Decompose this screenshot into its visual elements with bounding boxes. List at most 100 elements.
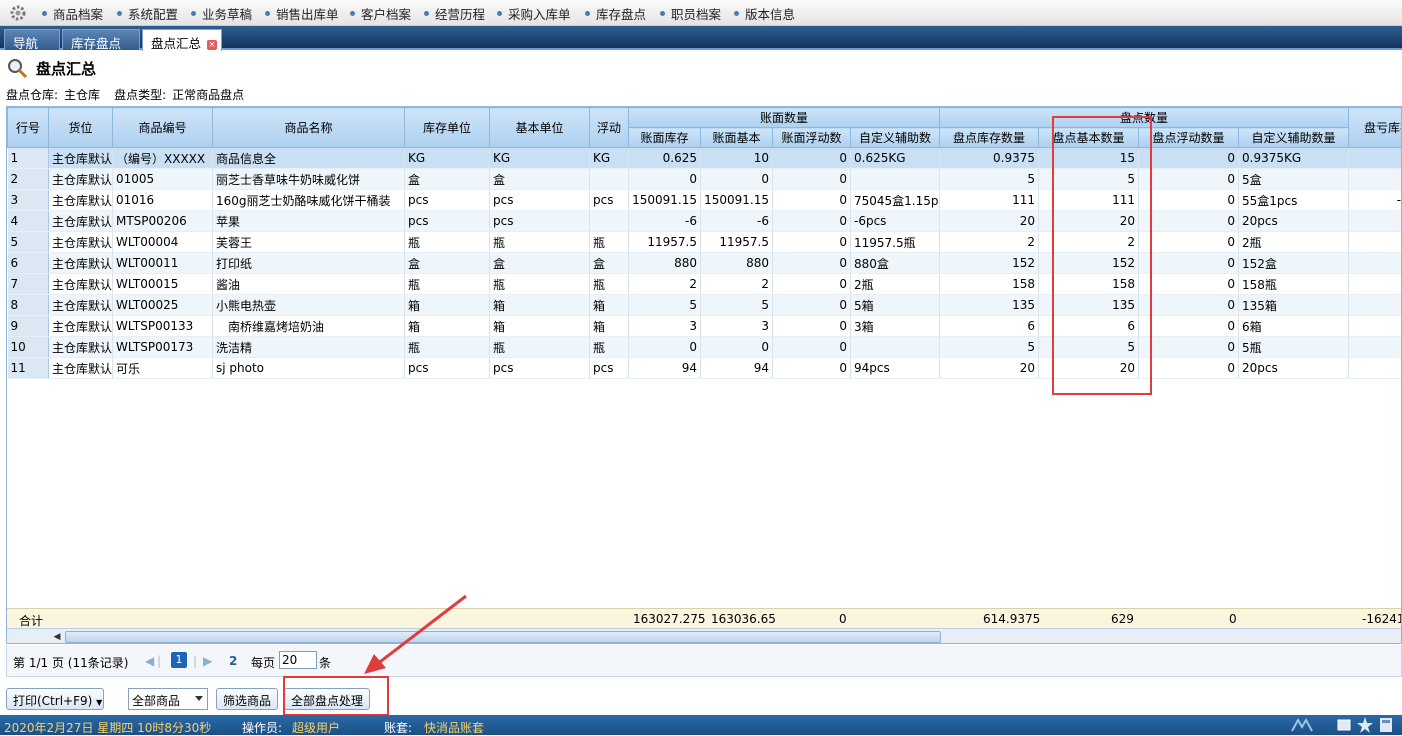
table-cell[interactable]: 75045盒1.15pcs: [851, 190, 940, 211]
table-cell[interactable]: 5: [940, 337, 1039, 358]
table-cell[interactable]: 0: [1139, 232, 1239, 253]
table-cell[interactable]: 主仓库默认: [49, 190, 113, 211]
table-cell[interactable]: 瓶: [490, 337, 590, 358]
table-cell[interactable]: 0: [629, 337, 701, 358]
table-cell[interactable]: 可乐: [113, 358, 213, 379]
calculator-icon[interactable]: [1378, 717, 1394, 733]
table-cell[interactable]: 主仓库默认: [49, 316, 113, 337]
table-row[interactable]: 5主仓库默认WLT00004芙蓉王瓶瓶瓶11957.511957.5011957…: [8, 232, 1402, 253]
table-cell[interactable]: 135: [940, 295, 1039, 316]
table-cell[interactable]: 瓶: [405, 232, 490, 253]
table-cell[interactable]: 苹果: [213, 211, 405, 232]
table-cell[interactable]: 11: [8, 358, 49, 379]
table-cell[interactable]: [851, 337, 940, 358]
table-cell[interactable]: [590, 211, 629, 232]
table-cell[interactable]: 0: [1139, 211, 1239, 232]
table-cell[interactable]: 0: [773, 232, 851, 253]
table-cell[interactable]: 150091.15: [701, 190, 773, 211]
table-cell[interactable]: 0.9375KG: [1239, 148, 1349, 169]
star-icon[interactable]: [1356, 716, 1374, 734]
table-row[interactable]: 7主仓库默认WLT00015酱油瓶瓶瓶2202瓶1581580158瓶: [8, 274, 1402, 295]
table-cell[interactable]: 5: [629, 295, 701, 316]
table-cell[interactable]: -6pcs: [851, 211, 940, 232]
table-cell[interactable]: 0: [773, 253, 851, 274]
table-row[interactable]: 8主仓库默认WLT00025小熊电热壶箱箱箱5505箱1351350135箱: [8, 295, 1402, 316]
table-cell[interactable]: 瓶: [490, 232, 590, 253]
table-cell[interactable]: 箱: [490, 295, 590, 316]
table-cell[interactable]: pcs: [405, 190, 490, 211]
table-cell[interactable]: 3: [701, 316, 773, 337]
table-cell[interactable]: -1: [1349, 232, 1402, 253]
table-cell[interactable]: 打印纸: [213, 253, 405, 274]
table-cell[interactable]: KG: [405, 148, 490, 169]
per-page-input[interactable]: [279, 651, 317, 669]
table-cell[interactable]: 5: [940, 169, 1039, 190]
table-cell[interactable]: 0: [773, 316, 851, 337]
table-cell[interactable]: 盒: [490, 253, 590, 274]
table-cell[interactable]: 0: [773, 211, 851, 232]
next-page-icon[interactable]: ▶: [203, 654, 212, 668]
table-cell[interactable]: 20pcs: [1239, 211, 1349, 232]
horizontal-scrollbar[interactable]: ◀: [7, 628, 1402, 644]
table-cell[interactable]: 商品信息全: [213, 148, 405, 169]
table-cell[interactable]: 160g丽芝士奶酪味威化饼干桶装: [213, 190, 405, 211]
table-cell[interactable]: 主仓库默认: [49, 232, 113, 253]
table-cell[interactable]: 3: [8, 190, 49, 211]
table-row[interactable]: 2主仓库默认01005丽芝士香草味牛奶味威化饼盒盒0005505盒: [8, 169, 1402, 190]
table-cell[interactable]: 丽芝士香草味牛奶味威化饼: [213, 169, 405, 190]
table-cell[interactable]: 南桥维嘉烤培奶油: [213, 316, 405, 337]
table-cell[interactable]: 主仓库默认: [49, 274, 113, 295]
table-cell[interactable]: 20: [940, 211, 1039, 232]
table-cell[interactable]: 10: [701, 148, 773, 169]
table-cell[interactable]: 0: [773, 190, 851, 211]
table-cell[interactable]: 箱: [490, 316, 590, 337]
table-cell[interactable]: 盒: [590, 253, 629, 274]
table-cell[interactable]: 0: [629, 169, 701, 190]
table-cell[interactable]: 94: [701, 358, 773, 379]
menu-item-system[interactable]: 系统配置: [117, 4, 178, 23]
table-row[interactable]: 6主仓库默认WLT00011打印纸盒盒盒8808800880盒152152015…: [8, 253, 1402, 274]
table-cell[interactable]: 11957.5: [629, 232, 701, 253]
menu-item-version[interactable]: 版本信息: [734, 4, 795, 23]
col-header[interactable]: 商品名称: [213, 108, 405, 148]
table-cell[interactable]: 5盒: [1239, 169, 1349, 190]
table-cell[interactable]: 洗洁精: [213, 337, 405, 358]
table-row[interactable]: 3主仓库默认01016160g丽芝士奶酪味威化饼干桶装pcspcspcs1500…: [8, 190, 1402, 211]
table-cell[interactable]: 盒: [405, 253, 490, 274]
table-cell[interactable]: WLT00011: [113, 253, 213, 274]
table-cell[interactable]: 158瓶: [1239, 274, 1349, 295]
table-cell[interactable]: 箱: [590, 295, 629, 316]
table-cell[interactable]: 94pcs: [851, 358, 940, 379]
table-cell[interactable]: 0: [773, 274, 851, 295]
table-cell[interactable]: 01005: [113, 169, 213, 190]
table-cell[interactable]: [590, 169, 629, 190]
table-cell[interactable]: 瓶: [590, 232, 629, 253]
table-cell[interactable]: pcs: [405, 358, 490, 379]
table-cell[interactable]: 0: [1139, 358, 1239, 379]
table-cell[interactable]: pcs: [490, 211, 590, 232]
table-row[interactable]: 11主仓库默认可乐sj photopcspcspcs9494094pcs2020…: [8, 358, 1402, 379]
table-cell[interactable]: 150091.15: [629, 190, 701, 211]
menu-item-staff[interactable]: 职员档案: [660, 4, 721, 23]
table-cell[interactable]: 瓶: [490, 274, 590, 295]
table-cell[interactable]: 主仓库默认: [49, 358, 113, 379]
table-cell[interactable]: 0: [1139, 190, 1239, 211]
refresh-icon[interactable]: 2: [229, 654, 237, 668]
table-cell[interactable]: WLTSP00133: [113, 316, 213, 337]
table-cell[interactable]: -149: [1349, 190, 1402, 211]
table-cell[interactable]: pcs: [590, 358, 629, 379]
col-header[interactable]: 盘点库存数量: [940, 128, 1039, 148]
table-cell[interactable]: [1349, 337, 1402, 358]
table-cell[interactable]: 0.625KG: [851, 148, 940, 169]
table-cell[interactable]: 主仓库默认: [49, 148, 113, 169]
table-cell[interactable]: 瓶: [405, 274, 490, 295]
table-cell[interactable]: [1349, 148, 1402, 169]
table-cell[interactable]: 3: [629, 316, 701, 337]
table-cell[interactable]: 主仓库默认: [49, 169, 113, 190]
table-cell[interactable]: 箱: [405, 316, 490, 337]
scroll-left-icon[interactable]: ◀: [51, 631, 63, 643]
table-cell[interactable]: pcs: [590, 190, 629, 211]
table-row[interactable]: 10主仓库默认WLTSP00173洗洁精瓶瓶瓶0005505瓶: [8, 337, 1402, 358]
table-cell[interactable]: KG: [490, 148, 590, 169]
table-cell[interactable]: WLT00025: [113, 295, 213, 316]
